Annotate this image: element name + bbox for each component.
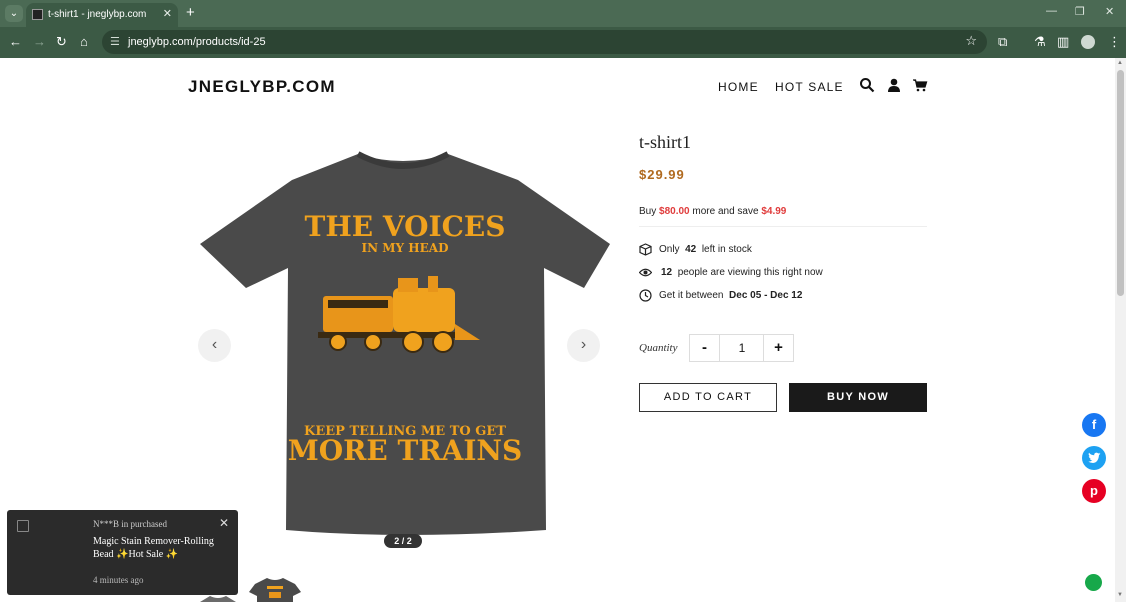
browser-tab-bar: ⌄ t-shirt1 - jneglybp.com ✕ + — ❐ ✕ [0,0,1126,27]
bookmark-star-icon[interactable]: ☆ [965,33,977,49]
labs-icon[interactable]: ⚗ [1034,34,1046,50]
browser-toolbar: ← → ↻ ⌂ ☰ jneglybp.com/products/id-25 ☆ … [0,27,1126,58]
facebook-share-button[interactable]: f [1082,413,1106,437]
quantity-stepper: - + [689,334,794,362]
stock-suffix: left in stock [701,244,752,255]
facebook-icon: f [1091,417,1097,432]
add-to-cart-button[interactable]: ADD TO CART [639,383,777,412]
product-price: $29.99 [639,167,685,182]
twitter-share-button[interactable] [1082,446,1106,470]
delivery-prefix: Get it between [659,290,724,301]
product-thumbnail-icon [17,520,29,532]
scroll-down-icon[interactable]: ▼ [1117,592,1123,598]
close-icon[interactable]: ✕ [219,516,229,530]
promo-save: $4.99 [761,206,787,217]
reload-icon[interactable]: ↻ [56,34,67,50]
twitter-icon [1087,452,1100,463]
toast-time: 4 minutes ago [93,575,144,585]
side-panel-icon[interactable]: ▥ [1057,34,1069,50]
nav-hot-sale[interactable]: HOT SALE [775,80,844,94]
account-icon[interactable] [886,77,902,93]
menu-kebab-icon[interactable]: ⋮ [1108,34,1121,50]
promo-middle: more and save [692,206,759,217]
home-icon[interactable]: ⌂ [80,34,88,49]
profile-avatar-icon[interactable] [1081,35,1095,49]
toast-product-link[interactable]: Magic Stain Remover-Rolling Bead ✨Hot Sa… [93,535,228,561]
bundle-promo: Buy $80.00 more and save $4.99 [639,206,786,217]
page-viewport: JNEGLYBP.COM HOME HOT SALE THE VOICES IN… [0,58,1115,602]
favicon-icon [32,9,43,20]
scroll-thumb[interactable] [1117,70,1124,296]
next-image-button[interactable]: › [567,329,600,362]
quantity-increase-button[interactable]: + [763,335,793,361]
window-close-icon[interactable]: ✕ [1105,5,1114,18]
purchase-notification: N***B in purchased Magic Stain Remover-R… [7,510,238,595]
quantity-decrease-button[interactable]: - [690,335,720,361]
search-icon[interactable] [859,77,875,93]
shirt-text-line2: IN MY HEAD [362,241,449,255]
eye-icon [639,268,652,277]
browser-tab[interactable]: t-shirt1 - jneglybp.com ✕ [26,3,178,27]
restore-icon[interactable]: ❐ [1075,5,1085,18]
thumbnail-2[interactable] [249,576,301,602]
divider [639,226,927,227]
address-bar[interactable]: ☰ jneglybp.com/products/id-25 ☆ [102,30,987,54]
cart-icon[interactable] [912,77,928,93]
quantity-input[interactable] [721,335,763,361]
prev-image-button[interactable]: ‹ [198,329,231,362]
tab-title: t-shirt1 - jneglybp.com [48,9,147,20]
product-title: t-shirt1 [639,132,691,152]
extensions-icon[interactable]: ⧉ [998,34,1007,50]
tab-search-button[interactable]: ⌄ [5,5,23,22]
quantity-label: Quantity [639,342,678,354]
shirt-text-line4: MORE TRAINS [288,434,523,467]
site-info-icon[interactable]: ☰ [110,35,120,48]
slide-counter: 2 / 2 [384,534,422,548]
pinterest-share-button[interactable]: p [1082,479,1106,503]
tab-close-icon[interactable]: ✕ [163,7,172,20]
scrollbar[interactable]: ▲ ▼ [1115,58,1126,602]
minimize-icon[interactable]: — [1046,5,1057,17]
pinterest-icon: p [1090,483,1098,498]
product-image[interactable]: THE VOICES IN MY HEAD KEEP TELLING ME TO… [188,128,618,553]
buy-now-button[interactable]: BUY NOW [789,383,927,412]
forward-icon[interactable]: → [33,34,46,49]
new-tab-icon[interactable]: + [186,4,195,21]
nav-home[interactable]: HOME [718,80,759,94]
scroll-up-icon[interactable]: ▲ [1117,60,1123,66]
promo-amount: $80.00 [659,206,690,217]
clock-icon [639,289,652,302]
viewers-count: 12 [661,267,673,278]
delivery-range: Dec 05 - Dec 12 [729,290,803,301]
promo-prefix: Buy [639,206,657,217]
shirt-text-line1: THE VOICES [305,210,506,243]
toast-buyer: N***B in purchased [93,519,167,529]
url-text[interactable]: jneglybp.com/products/id-25 [128,36,266,48]
back-icon[interactable]: ← [9,34,22,49]
site-logo[interactable]: JNEGLYBP.COM [188,77,336,97]
box-icon [639,243,652,256]
chat-support-icon[interactable] [1085,574,1102,591]
stock-count: 42 [685,244,697,255]
viewers-suffix: people are viewing this right now [677,267,823,278]
stock-prefix: Only [659,244,680,255]
chevron-left-icon: ‹ [211,336,218,353]
chevron-right-icon: › [580,336,587,353]
